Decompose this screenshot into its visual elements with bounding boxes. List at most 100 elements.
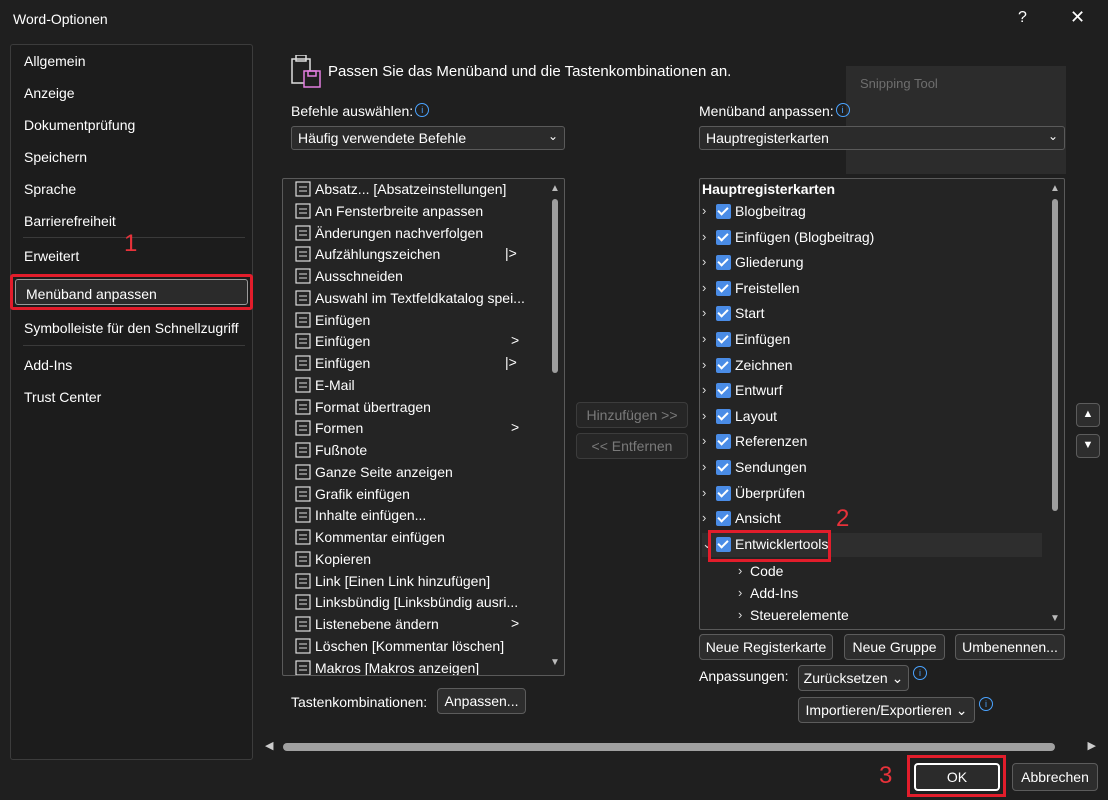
command-item[interactable]: Formen >: [285, 418, 533, 439]
tab-checkbox[interactable]: [716, 383, 731, 399]
commands-scrollbar[interactable]: ▲ ▼: [548, 179, 562, 675]
tab-checkbox[interactable]: [716, 306, 731, 322]
tab-checkbox[interactable]: [716, 485, 731, 501]
sidebar-item-trust-center[interactable]: Trust Center: [24, 389, 101, 405]
ribbon-tab-item[interactable]: › Einfügen (Blogbeitrag): [702, 226, 1042, 250]
command-item[interactable]: Format übertragen: [285, 397, 533, 418]
ok-button[interactable]: OK: [914, 763, 1000, 791]
chevron-right-icon[interactable]: ›: [702, 510, 706, 525]
scroll-thumb[interactable]: [283, 743, 1055, 751]
sidebar-item-speichern[interactable]: Speichern: [24, 149, 87, 165]
command-item[interactable]: Listenebene ändern >: [285, 614, 533, 635]
ribbon-tab-item[interactable]: › Entwurf: [702, 379, 1042, 403]
sidebar-item-menueband-anpassen[interactable]: Menüband anpassen: [10, 274, 253, 310]
sidebar-item-add-ins[interactable]: Add-Ins: [24, 357, 72, 373]
command-item[interactable]: Kopieren: [285, 549, 533, 570]
command-item[interactable]: Kommentar einfügen: [285, 527, 533, 548]
ribbon-tab-item[interactable]: › Einfügen: [702, 328, 1042, 352]
chevron-right-icon[interactable]: ›: [702, 408, 706, 423]
tab-checkbox[interactable]: [716, 460, 731, 475]
sidebar-item-sprache[interactable]: Sprache: [24, 181, 76, 197]
info-icon[interactable]: i: [979, 697, 993, 711]
horizontal-scrollbar[interactable]: ◀ ▶: [263, 739, 1098, 755]
scroll-thumb[interactable]: [552, 199, 558, 373]
move-up-button[interactable]: ▲: [1076, 403, 1100, 427]
chevron-right-icon[interactable]: ›: [702, 280, 706, 295]
add-button[interactable]: Hinzufügen >>: [576, 402, 688, 428]
chevron-right-icon[interactable]: ›: [702, 229, 706, 244]
tab-checkbox[interactable]: [716, 280, 731, 296]
chevron-right-icon[interactable]: ›: [738, 563, 742, 578]
ribbon-tab-item[interactable]: › Überprüfen: [702, 482, 1042, 506]
new-group-button[interactable]: Neue Gruppe: [844, 634, 945, 660]
scroll-down-icon[interactable]: ▼: [550, 657, 560, 668]
chevron-right-icon[interactable]: ›: [702, 382, 706, 397]
scroll-left-icon[interactable]: ◀: [265, 739, 273, 752]
rename-button[interactable]: Umbenennen...: [955, 634, 1065, 660]
ribbon-tab-item[interactable]: › Freistellen: [702, 277, 1042, 301]
ribbon-tab-item[interactable]: › Blogbeitrag: [702, 200, 1042, 224]
command-item[interactable]: Absatz... [Absatzeinstellungen]: [285, 179, 533, 200]
chevron-right-icon[interactable]: ›: [702, 459, 706, 474]
ribbon-tabs-select[interactable]: Hauptregisterkarten ⌄: [699, 126, 1065, 150]
ribbon-tab-item[interactable]: › Referenzen: [702, 430, 1042, 454]
chevron-right-icon[interactable]: ›: [738, 607, 742, 622]
remove-button[interactable]: << Entfernen: [576, 433, 688, 459]
chevron-right-icon[interactable]: ›: [702, 331, 706, 346]
chevron-right-icon[interactable]: ›: [702, 254, 706, 269]
command-item[interactable]: Inhalte einfügen...: [285, 505, 533, 526]
sidebar-item-allgemein[interactable]: Allgemein: [24, 53, 85, 69]
ribbon-tab-item[interactable]: › Gliederung: [702, 251, 1042, 275]
command-item[interactable]: Änderungen nachverfolgen: [285, 223, 533, 244]
chevron-right-icon[interactable]: ›: [702, 433, 706, 448]
sidebar-item-barrierefreiheit[interactable]: Barrierefreiheit: [24, 213, 116, 229]
sidebar-item-schnellzugriff[interactable]: Symbolleiste für den Schnellzugriff: [24, 320, 239, 336]
scroll-up-icon[interactable]: ▲: [550, 183, 560, 194]
ribbon-tab-item[interactable]: › Sendungen: [702, 456, 1042, 480]
info-icon[interactable]: i: [913, 666, 927, 680]
command-item[interactable]: Aufzählungszeichen |>: [285, 244, 533, 265]
chevron-right-icon[interactable]: ›: [702, 203, 706, 218]
command-item[interactable]: Ausschneiden: [285, 266, 533, 287]
info-icon[interactable]: i: [415, 103, 430, 117]
ribbon-tab-item[interactable]: › Layout: [702, 405, 1042, 429]
move-down-button[interactable]: ▼: [1076, 434, 1100, 458]
tab-checkbox[interactable]: [716, 229, 731, 245]
commands-list[interactable]: Absatz... [Absatzeinstellungen] An Fenste…: [282, 178, 565, 676]
ribbon-tab-item[interactable]: › Zeichnen: [702, 354, 1042, 378]
info-icon[interactable]: i: [835, 103, 850, 117]
sidebar-item-erweitert[interactable]: Erweitert: [24, 248, 79, 264]
tab-checkbox[interactable]: [716, 332, 731, 347]
reset-button[interactable]: Zurücksetzen ⌄: [798, 665, 909, 691]
sidebar-item-anzeige[interactable]: Anzeige: [24, 85, 75, 101]
new-tab-button[interactable]: Neue Registerkarte: [699, 634, 833, 660]
command-item[interactable]: Löschen [Kommentar löschen]: [285, 636, 533, 657]
customize-shortcuts-button[interactable]: Anpassen...: [437, 688, 526, 714]
tab-checkbox[interactable]: [716, 255, 731, 271]
chevron-right-icon[interactable]: ›: [738, 585, 742, 600]
command-item[interactable]: An Fensterbreite anpassen: [285, 201, 533, 222]
commands-category-select[interactable]: Häufig verwendete Befehle ⌄: [291, 126, 565, 150]
tab-checkbox[interactable]: [716, 204, 731, 219]
command-item[interactable]: Ganze Seite anzeigen: [285, 462, 533, 483]
ribbon-tree[interactable]: Hauptregisterkarten › Blogbeitrag › Einfüge…: [699, 178, 1065, 630]
command-item[interactable]: Auswahl im Textfeldkatalog spei...: [285, 288, 533, 309]
ribbon-tab-item[interactable]: › Start: [702, 302, 1042, 326]
command-item[interactable]: Einfügen >: [285, 331, 533, 352]
tab-checkbox[interactable]: [716, 357, 731, 373]
tab-checkbox[interactable]: [716, 511, 731, 527]
tab-checkbox[interactable]: [716, 434, 731, 450]
chevron-right-icon[interactable]: ›: [702, 485, 706, 500]
chevron-right-icon[interactable]: ›: [702, 357, 706, 372]
command-item[interactable]: E-Mail: [285, 375, 533, 396]
scroll-thumb[interactable]: [1052, 199, 1058, 511]
command-item[interactable]: Einfügen |>: [285, 353, 533, 374]
scroll-down-icon[interactable]: ▼: [1050, 613, 1060, 624]
scroll-right-icon[interactable]: ▶: [1088, 739, 1096, 752]
chevron-right-icon[interactable]: ›: [702, 305, 706, 320]
tree-scrollbar[interactable]: ▲ ▼: [1048, 179, 1062, 629]
help-icon[interactable]: ?: [1018, 9, 1027, 27]
command-item[interactable]: Fußnote: [285, 440, 533, 461]
command-item[interactable]: Grafik einfügen: [285, 484, 533, 505]
scroll-up-icon[interactable]: ▲: [1050, 183, 1060, 194]
